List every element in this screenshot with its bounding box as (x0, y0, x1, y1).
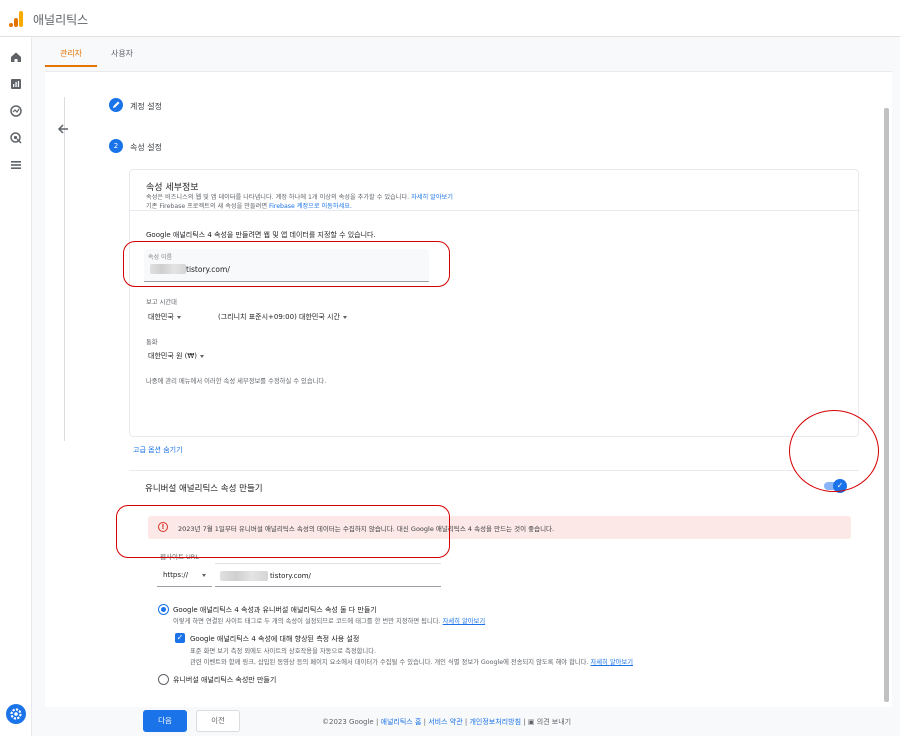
redacted-text (220, 571, 268, 581)
ua-create-title: 유니버설 애널리틱스 속성 만들기 (145, 484, 263, 494)
hide-advanced-options-link[interactable]: 고급 옵션 숨기기 (133, 445, 183, 455)
learn-more-link[interactable]: 자세히 알아보기 (443, 618, 486, 625)
annotation-ellipse-property-name (123, 241, 450, 287)
website-url-value: tistory.com/ (270, 572, 311, 580)
learn-more-link[interactable]: 자세히 알아보기 (411, 194, 453, 201)
timezone-select[interactable]: (그리니치 표준시+09:00) 대한민국 시간 (218, 312, 347, 322)
enhanced-measurement-checkbox[interactable]: ✓ (175, 633, 185, 643)
universal-analytics-row: 유니버설 애널리틱스 속성 만들기 ✓ (129, 470, 859, 502)
step-connector-line (64, 97, 65, 441)
protocol-value: https:// (163, 571, 189, 579)
home-icon[interactable] (9, 50, 23, 64)
radio-create-both[interactable] (158, 604, 169, 615)
ua-only-label: 유니버설 애널리틱스 속성만 만들기 (173, 676, 277, 684)
footer-link-privacy[interactable]: 개인정보처리방침 (469, 718, 521, 726)
next-button[interactable]: 다음 (143, 710, 187, 732)
chevron-down-icon (200, 354, 205, 358)
list-icon[interactable] (9, 158, 23, 172)
settings-gear-icon[interactable] (6, 704, 26, 724)
enhanced-desc2: 관련 이벤트와 함께 링크, 삽입된 동영상 등의 페이지 요소에서 데이터가 … (190, 659, 634, 666)
advertising-icon[interactable] (9, 131, 23, 145)
website-url-input[interactable]: tistory.com/ (215, 563, 441, 587)
annotation-ellipse-url (116, 505, 450, 558)
footer-link-analytics-home[interactable]: 애널리틱스 홈 (381, 718, 422, 726)
app-title: 애널리틱스 (33, 13, 89, 27)
property-details-card: 속성 세부정보 속성은 비즈니스의 웹 및 앱 데이터를 나타냅니다. 계정 하… (129, 169, 860, 437)
create-both-label: Google 애널리틱스 4 속성과 유니버설 애널리틱스 속성 둘 다 만들기 (173, 606, 377, 614)
left-nav-rail (0, 37, 32, 736)
radio-ua-only[interactable] (158, 674, 169, 685)
back-arrow-icon[interactable] (55, 122, 71, 136)
firebase-link[interactable]: Firebase 계정으로 이동하세요. (269, 203, 352, 210)
step-done-pencil-icon (109, 98, 123, 112)
top-bar: 애널리틱스 (0, 0, 900, 37)
copyright: ©2023 Google (322, 718, 374, 726)
chevron-down-icon (202, 574, 206, 577)
timezone-country-select[interactable]: 대한민국 (148, 312, 181, 322)
main-content: 관리자 사용자 계정 설정 2 속성 설정 속성 세부정보 속성은 비즈니스의 … (32, 37, 900, 736)
currency-select[interactable]: 대한민국 원 (₩) (148, 351, 205, 361)
previous-button[interactable]: 이전 (196, 710, 240, 732)
create-both-desc: 이렇게 하면 연결된 사이트 태그로 두 개의 속성이 설정되므로 코드에 태그… (173, 618, 486, 625)
enhanced-measurement-label: Google 애널리틱스 4 속성에 대해 향상된 측정 사용 설정 (190, 635, 360, 643)
annotation-circle-toggle (789, 410, 879, 492)
step-number-badge: 2 (109, 139, 123, 153)
edit-later-note: 나중에 관리 메뉴에서 이러한 속성 세부정보를 수정하실 수 있습니다. (146, 378, 327, 385)
learn-more-link[interactable]: 자세히 알아보기 (590, 659, 633, 666)
footer: ©2023 Google | 애널리틱스 홈 | 서비스 약관 | 개인정보처리… (322, 718, 572, 726)
scrollbar[interactable] (884, 108, 889, 702)
property-desc-line2: 기존 Firebase 프로젝트의 새 속성을 만들려면 Firebase 계정… (146, 203, 352, 210)
setup-panel: 계정 설정 2 속성 설정 속성 세부정보 속성은 비즈니스의 웹 및 앱 데이… (45, 71, 892, 732)
footer-link-terms[interactable]: 서비스 약관 (428, 718, 462, 726)
card-divider (130, 210, 860, 211)
step-property-setup[interactable]: 속성 설정 (130, 142, 162, 153)
currency-label: 통화 (146, 339, 158, 346)
tab-admin[interactable]: 관리자 (45, 43, 97, 67)
ga4-instruction: Google 애널리틱스 4 속성을 만들려면 웹 및 앱 데이터를 지정할 수… (146, 231, 376, 239)
property-desc-line1: 속성은 비즈니스의 웹 및 앱 데이터를 나타냅니다. 계정 하나에 1개 이상… (146, 194, 453, 201)
reports-icon[interactable] (9, 77, 23, 91)
timezone-label: 보고 시간대 (146, 299, 177, 306)
step-account-setup[interactable]: 계정 설정 (130, 101, 162, 112)
enhanced-desc1: 표준 화면 보기 측정 외에도 사이트의 상호작용을 자동으로 측정합니다. (190, 648, 377, 655)
chevron-down-icon (342, 315, 347, 319)
feedback-icon[interactable]: ▣ (528, 718, 535, 726)
analytics-logo-icon[interactable] (9, 11, 23, 27)
chevron-down-icon (176, 315, 181, 319)
explore-icon[interactable] (9, 104, 23, 118)
protocol-select[interactable]: https:// (157, 563, 212, 587)
tab-user[interactable]: 사용자 (99, 43, 145, 67)
feedback-link[interactable]: 의견 보내기 (537, 718, 571, 726)
